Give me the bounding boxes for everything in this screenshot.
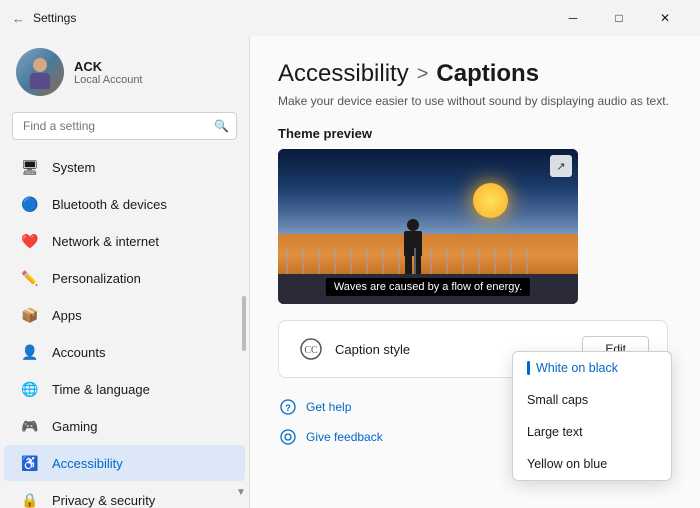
dropdown-item-label: Yellow on blue [527,457,607,471]
gaming-icon: 🎮 [20,416,40,436]
search-box: 🔍 [12,112,237,140]
nav-list: 🖥 System 🔵 Bluetooth & devices ❤️ Networ… [0,148,249,508]
back-button[interactable]: ← [12,11,25,26]
window-title: Settings [33,11,76,25]
search-icon: 🔍 [214,119,229,133]
sidebar-item-accessibility[interactable]: ♿ Accessibility [4,445,245,481]
svg-text:CC: CC [304,345,318,356]
window-controls: ─ □ ✕ [550,3,688,33]
caption-style-icon: CC [297,335,325,363]
system-icon: 🖥 [20,157,40,177]
theme-preview-label: Theme preview [278,126,672,141]
caption-style-label: Caption style [335,342,410,357]
sidebar-item-label: Accessibility [52,456,123,471]
user-name: ACK [74,59,143,74]
sky-layer [278,149,578,242]
privacy-icon: 🔒 [20,490,40,508]
give-feedback-label: Give feedback [306,430,383,444]
sidebar-item-label: Gaming [52,419,98,434]
theme-preview-box: Waves are caused by a flow of energy. ↗ [278,149,578,304]
title-bar: ← Settings ─ □ ✕ [0,0,700,36]
time-icon: 🌐 [20,379,40,399]
sidebar-item-label: Personalization [52,271,141,286]
accounts-icon: 👤 [20,342,40,362]
railing [278,248,578,276]
sidebar-item-apps[interactable]: 📦 Apps [4,297,245,333]
bluetooth-icon: 🔵 [20,194,40,214]
title-bar-left: ← Settings [12,11,76,26]
give-feedback-icon [278,427,298,447]
sidebar-item-personalization[interactable]: ✏️ Personalization [4,260,245,296]
user-info: ACK Local Account [74,59,143,86]
sidebar-item-label: Accounts [52,345,105,360]
breadcrumb-current: Captions [436,60,539,88]
sidebar-item-network[interactable]: ❤️ Network & internet [4,223,245,259]
svg-text:?: ? [285,403,291,413]
dropdown-item-large-text[interactable]: Large text [513,416,671,448]
minimize-button[interactable]: ─ [550,3,596,33]
dropdown-item-label: Large text [527,425,583,439]
apps-icon: 📦 [20,305,40,325]
sidebar-item-label: Network & internet [52,234,159,249]
maximize-button[interactable]: □ [596,3,642,33]
personalization-icon: ✏️ [20,268,40,288]
page-description: Make your device easier to use without s… [278,94,672,108]
content-area: Accessibility > Captions Make your devic… [250,36,700,508]
sidebar-item-label: System [52,160,95,175]
close-button[interactable]: ✕ [642,3,688,33]
sun [473,183,508,218]
user-type: Local Account [74,74,143,86]
scrollbar-thumb [242,296,246,351]
dropdown-item-yellow-on-blue[interactable]: Yellow on blue [513,448,671,480]
preview-caption: Waves are caused by a flow of energy. [326,278,530,296]
avatar[interactable] [16,48,64,96]
sidebar-item-accounts[interactable]: 👤 Accounts [4,334,245,370]
dropdown-item-label: Small caps [527,393,588,407]
dropdown-item-small-caps[interactable]: Small caps [513,384,671,416]
network-icon: ❤️ [20,231,40,251]
user-section[interactable]: ACK Local Account [0,36,249,108]
sidebar: ACK Local Account 🔍 🖥 System 🔵 Bluetooth… [0,36,250,508]
breadcrumb: Accessibility > Captions [278,60,672,88]
caption-style-info: CC Caption style [297,335,410,363]
sidebar-item-label: Apps [52,308,82,323]
sidebar-item-label: Privacy & security [52,493,155,508]
expand-preview-button[interactable]: ↗ [550,155,572,177]
sidebar-item-time[interactable]: 🌐 Time & language [4,371,245,407]
breadcrumb-separator: > [417,63,429,86]
accessibility-icon: ♿ [20,453,40,473]
dropdown-item-white-on-black[interactable]: White on black [513,352,671,384]
get-help-icon: ? [278,397,298,417]
app-body: ACK Local Account 🔍 🖥 System 🔵 Bluetooth… [0,36,700,508]
sidebar-item-label: Bluetooth & devices [52,197,167,212]
breadcrumb-parent[interactable]: Accessibility [278,60,409,88]
preview-background: Waves are caused by a flow of energy. [278,149,578,304]
search-input[interactable] [12,112,237,140]
scroll-down-indicator: ▼ [236,487,246,498]
selected-indicator [527,361,530,375]
get-help-label: Get help [306,400,351,414]
sidebar-item-gaming[interactable]: 🎮 Gaming [4,408,245,444]
caption-style-dropdown: White on black Small caps Large text Yel… [512,351,672,481]
sidebar-item-bluetooth[interactable]: 🔵 Bluetooth & devices [4,186,245,222]
sidebar-item-system[interactable]: 🖥 System [4,149,245,185]
dropdown-item-label: White on black [536,361,618,375]
sidebar-item-privacy[interactable]: 🔒 Privacy & security [4,482,245,508]
sidebar-item-label: Time & language [52,382,150,397]
